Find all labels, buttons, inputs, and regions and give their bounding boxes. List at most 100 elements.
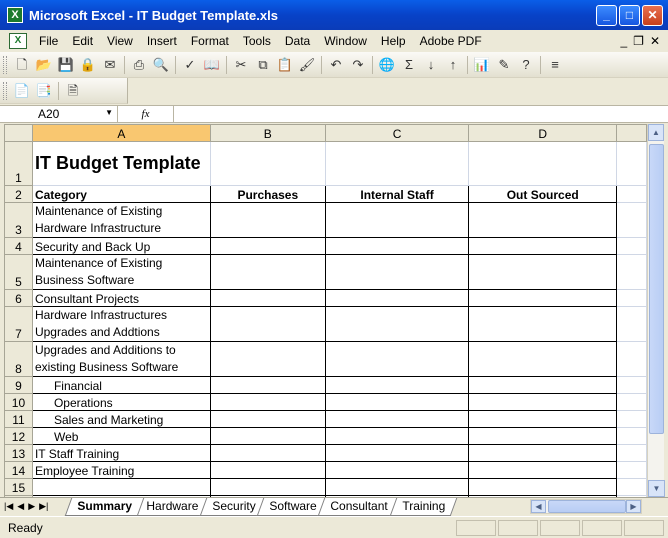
doc-close-button[interactable]: ✕ [650,34,660,48]
workbook-icon[interactable]: X [9,33,27,49]
help-icon[interactable]: ? [516,55,536,75]
out-sourced-cell[interactable] [468,341,618,377]
pdf-review-icon[interactable]: 🗎 [63,81,83,101]
header-cell-category[interactable]: Category [31,185,211,203]
menu-window[interactable]: Window [317,30,374,52]
header-cell-internal-staff[interactable]: Internal Staff [324,185,470,203]
cell[interactable] [616,461,647,479]
autosum-icon[interactable]: Σ [399,55,419,75]
category-cell[interactable]: Security and Back Up [31,237,211,255]
scroll-thumb[interactable] [649,144,664,434]
tab-hardware[interactable]: Hardware [133,497,211,516]
category-cell[interactable]: IT Staff Training [31,444,211,462]
copy-icon[interactable]: ⧉ [253,55,273,75]
tab-consultant[interactable]: Consultant [318,497,401,516]
row-header[interactable]: 3 [4,202,33,238]
row-header[interactable]: 15 [4,478,33,496]
column-header-a[interactable]: A [31,124,211,142]
internal-staff-cell[interactable] [324,393,470,411]
research-icon[interactable]: 📖 [202,55,222,75]
out-sourced-cell[interactable] [468,202,618,238]
internal-staff-cell[interactable] [324,254,470,290]
menu-format[interactable]: Format [184,30,236,52]
first-sheet-icon[interactable]: |◀ [4,501,13,512]
row-header[interactable]: 11 [4,410,33,428]
category-cell[interactable]: Employee Training [31,461,211,479]
row-header[interactable]: 14 [4,461,33,479]
chevron-down-icon[interactable]: ▼ [105,108,113,117]
purchases-cell[interactable] [209,202,326,238]
out-sourced-cell[interactable] [468,254,618,290]
internal-staff-cell[interactable] [324,237,470,255]
close-button[interactable]: ✕ [642,4,663,26]
redo-icon[interactable]: ↷ [348,55,368,75]
category-cell[interactable]: Maintenance of Existing Hardware Infrast… [31,202,211,238]
cell[interactable] [616,376,647,394]
print-preview-icon[interactable]: 🔍 [151,55,171,75]
internal-staff-cell[interactable] [324,289,470,307]
row-header[interactable]: 13 [4,444,33,462]
category-cell[interactable]: Financial [31,376,211,394]
purchases-cell[interactable] [209,444,326,462]
sort-descending-icon[interactable]: ↑ [443,55,463,75]
next-sheet-icon[interactable]: ▶ [28,501,35,512]
chart-wizard-icon[interactable]: 📊 [472,55,492,75]
purchases-cell[interactable] [209,289,326,307]
row-header[interactable]: 4 [4,237,33,255]
cell[interactable] [468,141,618,186]
tab-training[interactable]: Training [389,497,458,516]
scroll-down-icon[interactable]: ▼ [648,480,665,497]
out-sourced-cell[interactable] [468,376,618,394]
internal-staff-cell[interactable] [324,376,470,394]
menu-tools[interactable]: Tools [236,30,278,52]
column-header-e[interactable] [616,124,647,142]
scroll-up-icon[interactable]: ▲ [648,124,664,141]
pdf-email-icon[interactable]: 📑 [34,81,54,101]
cell[interactable] [616,185,647,203]
purchases-cell[interactable] [209,254,326,290]
toolbar-grip[interactable] [3,55,7,74]
scroll-right-icon[interactable]: ▶ [626,500,641,513]
cell[interactable] [616,427,647,445]
excel-app-icon[interactable]: X [7,7,23,23]
convert-to-pdf-icon[interactable]: 📄 [12,81,32,101]
category-cell[interactable]: Maintenance of Existing Business Softwar… [31,254,211,290]
doc-minimize-button[interactable]: _ [620,34,627,48]
spelling-icon[interactable]: ✓ [180,55,200,75]
doc-restore-button[interactable]: ❐ [633,34,644,48]
cell[interactable] [616,478,647,496]
cell[interactable] [616,410,647,428]
sheet-title-cell[interactable]: IT Budget Template [31,141,211,186]
purchases-cell[interactable] [209,410,326,428]
maximize-button[interactable]: □ [619,4,640,26]
menu-data[interactable]: Data [278,30,317,52]
out-sourced-cell[interactable] [468,306,618,342]
save-icon[interactable]: 💾 [56,55,76,75]
cell[interactable] [616,202,647,238]
tab-summary[interactable]: Summary [64,497,144,516]
cell[interactable] [616,444,647,462]
align-icon[interactable]: ≡ [545,55,565,75]
out-sourced-cell[interactable] [468,461,618,479]
menu-view[interactable]: View [100,30,140,52]
print-icon[interactable]: ⎙ [129,55,149,75]
column-header-c[interactable]: C [324,124,470,142]
format-painter-icon[interactable]: 🖌 [297,55,317,75]
category-cell[interactable]: Web [31,427,211,445]
paste-icon[interactable]: 📋 [275,55,295,75]
cell[interactable] [616,341,647,377]
scroll-left-icon[interactable]: ◀ [531,500,546,513]
header-cell-purchases[interactable]: Purchases [209,185,326,203]
purchases-cell[interactable] [209,376,326,394]
last-sheet-icon[interactable]: ▶| [39,501,48,512]
cell[interactable] [616,254,647,290]
internal-staff-cell[interactable] [324,202,470,238]
row-header[interactable]: 6 [4,289,33,307]
menu-edit[interactable]: Edit [65,30,100,52]
select-all-corner[interactable] [4,124,33,142]
drawing-icon[interactable]: ✎ [494,55,514,75]
hyperlink-icon[interactable]: 🌐 [377,55,397,75]
menu-adobe-pdf[interactable]: Adobe PDF [413,30,489,52]
out-sourced-cell[interactable] [468,237,618,255]
cell[interactable] [616,141,647,186]
